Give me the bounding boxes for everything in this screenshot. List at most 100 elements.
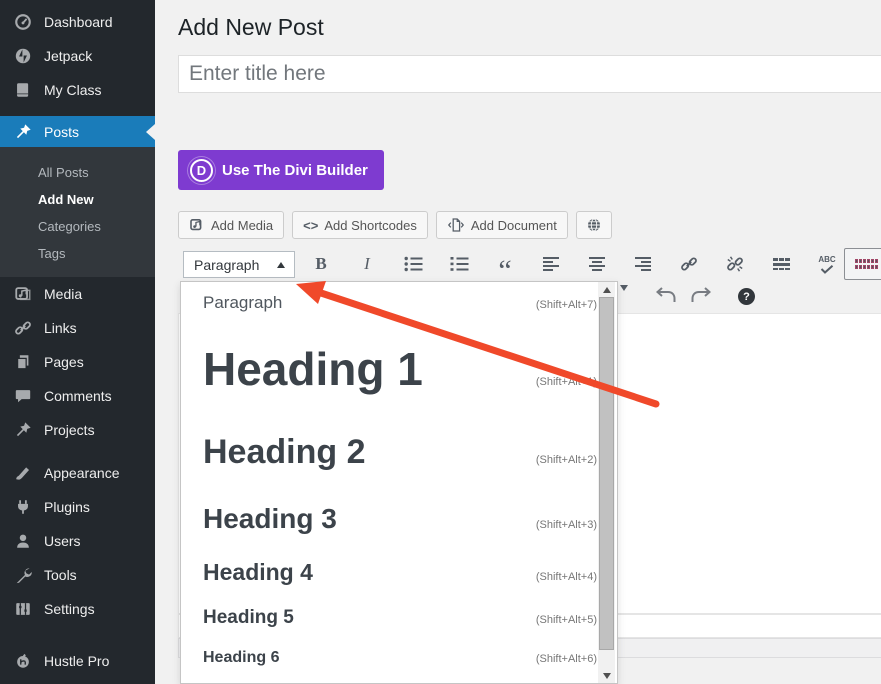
format-select[interactable]: Paragraph	[183, 251, 295, 278]
menu-item-heading-5[interactable]: Heading 5 (Shift+Alt+5)	[181, 596, 617, 640]
use-divi-builder-button[interactable]: D Use The Divi Builder	[178, 150, 384, 190]
submenu-item-categories[interactable]: Categories	[0, 213, 155, 240]
sidebar-item-projects[interactable]: Projects	[0, 413, 155, 447]
help-button[interactable]: ?	[738, 288, 755, 305]
read-more-button[interactable]	[767, 249, 795, 279]
submenu-item-all-posts[interactable]: All Posts	[0, 159, 155, 186]
sidebar-item-pages[interactable]: Pages	[0, 345, 155, 379]
add-document-button[interactable]: Add Document	[436, 211, 568, 239]
menu-item-heading-3[interactable]: Heading 3 (Shift+Alt+3)	[181, 490, 617, 548]
menu-item-label: Heading 4	[203, 548, 313, 596]
sidebar-item-plugins[interactable]: Plugins	[0, 490, 155, 524]
appearance-icon	[13, 463, 33, 483]
bold-button[interactable]: B	[307, 249, 335, 279]
toolbar-toggle-button[interactable]	[844, 248, 881, 280]
chevron-up-icon	[277, 262, 285, 268]
menu-item-label: Heading 3	[203, 490, 337, 548]
numbered-list-button[interactable]	[445, 249, 473, 279]
sidebar-item-label: Tools	[44, 567, 77, 583]
menu-item-shortcut: (Shift+Alt+2)	[536, 454, 597, 466]
menu-item-shortcut: (Shift+Alt+5)	[536, 614, 597, 626]
format-dropdown-menu: Paragraph (Shift+Alt+7) Heading 1 (Shift…	[180, 281, 618, 684]
sidebar-item-links[interactable]: Links	[0, 311, 155, 345]
menu-item-heading-2[interactable]: Heading 2 (Shift+Alt+2)	[181, 414, 617, 490]
link-button[interactable]	[675, 249, 703, 279]
sidebar-item-divi[interactable]: Divi	[0, 678, 155, 684]
scrollbar-up-button[interactable]	[598, 282, 615, 297]
sidebar-item-hustle-pro[interactable]: Hustle Pro	[0, 644, 155, 678]
admin-sidebar: Dashboard Jetpack My Class Posts All Pos…	[0, 0, 155, 684]
add-shortcodes-label: Add Shortcodes	[324, 218, 417, 233]
editor-toolbar: B I “ ABC	[307, 249, 859, 279]
users-icon	[13, 531, 33, 551]
chevron-down-icon	[620, 285, 628, 308]
submenu-item-add-new[interactable]: Add New	[0, 186, 155, 213]
menu-item-shortcut: (Shift+Alt+1)	[536, 376, 597, 388]
sidebar-item-label: Pages	[44, 354, 84, 370]
settings-icon	[13, 599, 33, 619]
sidebar-item-label: Settings	[44, 601, 95, 617]
sidebar-item-label: Plugins	[44, 499, 90, 515]
scrollbar-down-button[interactable]	[598, 668, 615, 683]
tools-icon	[13, 565, 33, 585]
blockquote-button[interactable]: “	[491, 249, 519, 279]
menu-item-label: Paragraph	[203, 282, 282, 324]
dropdown-scrollbar[interactable]	[598, 282, 615, 683]
sidebar-item-label: Users	[44, 533, 81, 549]
bullet-list-button[interactable]	[399, 249, 427, 279]
sidebar-item-appearance[interactable]: Appearance	[0, 456, 155, 490]
menu-item-label: Heading 5	[203, 596, 294, 640]
menu-item-heading-6[interactable]: Heading 6 (Shift+Alt+6)	[181, 640, 617, 676]
add-shortcodes-button[interactable]: <> Add Shortcodes	[292, 211, 428, 239]
text-color-caret[interactable]	[620, 291, 628, 309]
sidebar-item-dashboard[interactable]: Dashboard	[0, 5, 155, 39]
scrollbar-thumb[interactable]	[599, 297, 614, 650]
pushpin-icon	[13, 122, 33, 142]
globe-button[interactable]	[576, 211, 612, 239]
spellcheck-button[interactable]: ABC	[813, 249, 841, 279]
dashboard-icon	[13, 12, 33, 32]
posts-submenu: All Posts Add New Categories Tags	[0, 147, 155, 277]
divi-logo-icon: D	[190, 159, 213, 182]
italic-button[interactable]: I	[353, 249, 381, 279]
sidebar-separator	[0, 626, 155, 635]
unlink-button[interactable]	[721, 249, 749, 279]
sidebar-item-label: Projects	[44, 422, 95, 438]
sidebar-item-settings[interactable]: Settings	[0, 592, 155, 626]
align-left-button[interactable]	[537, 249, 565, 279]
sidebar-item-comments[interactable]: Comments	[0, 379, 155, 413]
menu-item-heading-1[interactable]: Heading 1 (Shift+Alt+1)	[181, 324, 617, 414]
add-media-button[interactable]: Add Media	[178, 211, 284, 239]
sidebar-item-label: Jetpack	[44, 48, 92, 64]
redo-button[interactable]	[690, 286, 712, 309]
sidebar-item-label: Hustle Pro	[44, 653, 109, 669]
page-title: Add New Post	[178, 14, 324, 41]
divi-button-label: Use The Divi Builder	[222, 162, 368, 179]
submenu-item-tags[interactable]: Tags	[0, 240, 155, 267]
menu-item-preformatted[interactable]: Preformatted	[181, 676, 617, 684]
pages-icon	[13, 352, 33, 372]
sidebar-item-tools[interactable]: Tools	[0, 558, 155, 592]
menu-item-label: Heading 6	[203, 640, 279, 676]
format-select-value: Paragraph	[194, 257, 259, 273]
menu-item-shortcut: (Shift+Alt+4)	[536, 571, 597, 583]
menu-item-shortcut: (Shift+Alt+6)	[536, 653, 597, 665]
pushpin-icon	[13, 420, 33, 440]
sidebar-item-posts[interactable]: Posts	[0, 116, 155, 147]
post-title-input[interactable]	[178, 55, 881, 93]
sidebar-item-label: Links	[44, 320, 77, 336]
menu-item-paragraph[interactable]: Paragraph (Shift+Alt+7)	[181, 282, 617, 324]
align-right-button[interactable]	[629, 249, 657, 279]
shortcode-icon: <>	[303, 218, 318, 233]
add-document-icon	[447, 217, 465, 233]
sidebar-item-my-class[interactable]: My Class	[0, 73, 155, 107]
undo-button[interactable]	[655, 286, 677, 309]
align-center-button[interactable]	[583, 249, 611, 279]
sidebar-item-jetpack[interactable]: Jetpack	[0, 39, 155, 73]
sidebar-item-media[interactable]: Media	[0, 277, 155, 311]
sidebar-item-users[interactable]: Users	[0, 524, 155, 558]
menu-item-label: Heading 1	[203, 324, 423, 414]
menu-item-heading-4[interactable]: Heading 4 (Shift+Alt+4)	[181, 548, 617, 596]
menu-item-label: Preformatted	[203, 676, 311, 684]
sidebar-item-label: Appearance	[44, 465, 120, 481]
